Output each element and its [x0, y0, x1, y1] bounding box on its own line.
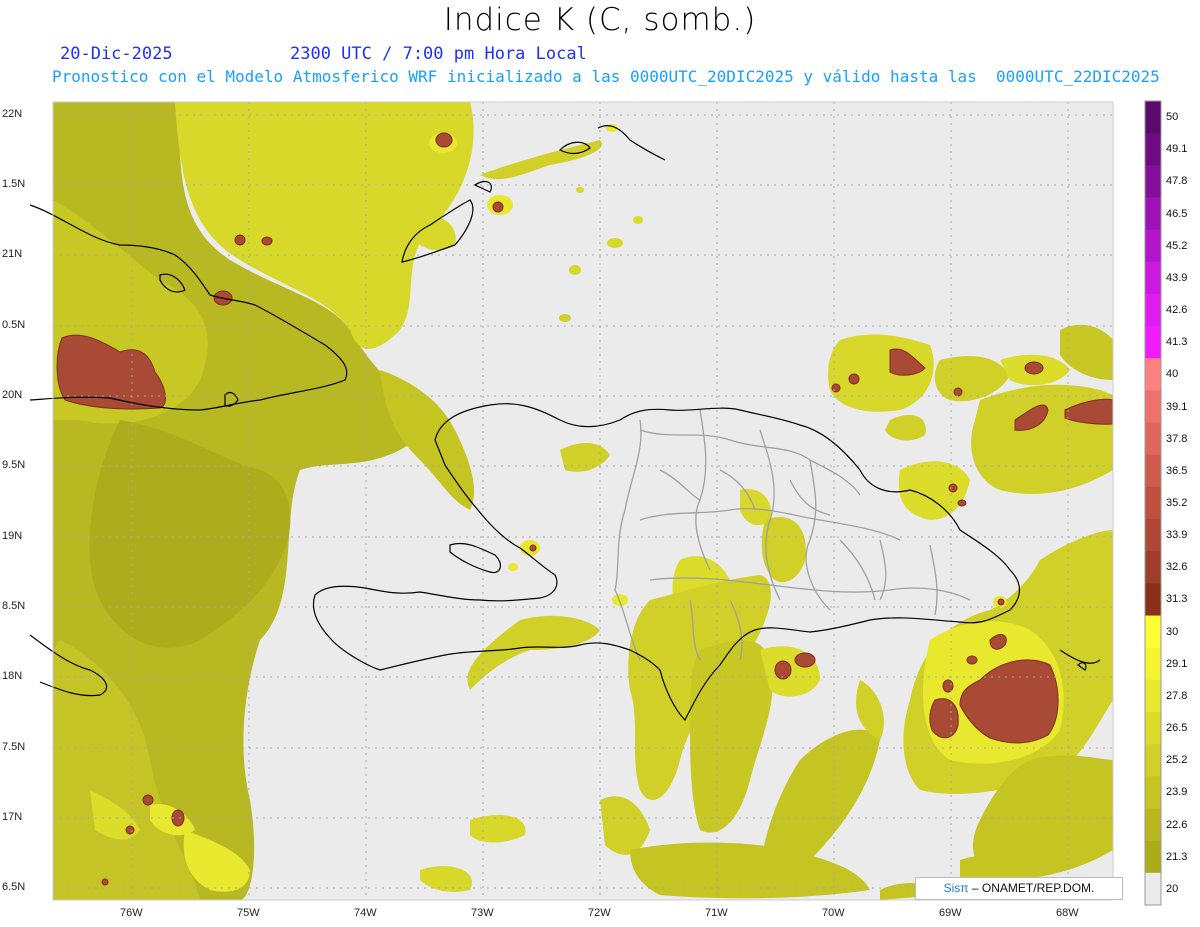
colorbar-swatch — [1145, 583, 1161, 617]
colorbar-swatch — [1145, 101, 1161, 134]
colorbar-label: 29.1 — [1166, 657, 1188, 670]
colorbar-swatch — [1145, 358, 1161, 391]
weather-map — [29, 100, 1162, 906]
colorbar-label: 36.5 — [1166, 464, 1188, 477]
lat-label: 20N — [2, 389, 23, 401]
lon-label: 69W — [939, 907, 962, 919]
colorbar-label: 30 — [1166, 625, 1179, 638]
lat-label: 6.5N — [2, 881, 26, 893]
colorbar-swatch — [1145, 679, 1161, 713]
colorbar-swatch — [1145, 808, 1161, 842]
lat-label: 0.5N — [2, 319, 26, 331]
colorbar-swatch — [1145, 197, 1161, 231]
colorbar-swatch — [1145, 229, 1161, 263]
colorbar-label: 40 — [1166, 368, 1179, 381]
colorbar — [1144, 100, 1162, 906]
colorbar-swatch — [1145, 454, 1161, 488]
colorbar-label: 49.1 — [1166, 143, 1188, 156]
lon-label: 74W — [354, 907, 377, 919]
colorbar-label: 27.8 — [1166, 689, 1188, 702]
colorbar-swatch — [1145, 422, 1161, 456]
lon-label: 73W — [471, 907, 494, 919]
lat-label: 22N — [2, 108, 23, 120]
colorbar-swatch — [1145, 293, 1161, 327]
lat-label: 1.5N — [2, 178, 26, 190]
colorbar-label: 50 — [1166, 111, 1179, 124]
credit-box: Sisπ – ONAMET/REP.DOM. — [915, 877, 1123, 900]
colorbar-swatch — [1145, 551, 1161, 584]
lon-label: 76W — [120, 907, 143, 919]
sispi-logo: Sisπ — [943, 881, 969, 895]
credit-text: – ONAMET/REP.DOM. — [971, 881, 1095, 895]
colorbar-swatch — [1145, 326, 1161, 359]
colorbar-label: 41.3 — [1166, 336, 1188, 349]
colorbar-swatch — [1145, 744, 1161, 777]
colorbar-label: 31.3 — [1166, 593, 1188, 606]
colorbar-label: 20 — [1166, 882, 1179, 895]
colorbar-swatch — [1145, 390, 1161, 424]
lon-label: 70W — [822, 907, 845, 919]
colorbar-swatch — [1145, 840, 1161, 874]
colorbar-swatch — [1145, 165, 1161, 198]
colorbar-swatch — [1145, 776, 1161, 810]
colorbar-label: 35.2 — [1166, 497, 1188, 509]
colorbar-swatch — [1145, 647, 1161, 681]
lon-label: 68W — [1056, 907, 1079, 919]
colorbar-label: 45.2 — [1166, 239, 1188, 252]
colorbar-label: 46.5 — [1166, 207, 1188, 220]
lon-label: 72W — [588, 907, 611, 919]
colorbar-swatch — [1145, 133, 1161, 166]
colorbar-swatch — [1145, 872, 1161, 905]
lat-label: 18N — [2, 670, 23, 682]
colorbar-label: 43.9 — [1166, 271, 1188, 284]
colorbar-label: 23.9 — [1166, 786, 1188, 799]
colorbar-label: 22.6 — [1166, 818, 1188, 831]
colorbar-label: 26.5 — [1166, 722, 1188, 735]
colorbar-label: 33.9 — [1166, 529, 1188, 542]
colorbar-label: 21.3 — [1166, 850, 1188, 863]
lat-label: 17N — [2, 811, 23, 823]
colorbar-label: 42.6 — [1166, 304, 1188, 317]
lat-label: 19N — [2, 530, 23, 542]
colorbar-swatch — [1145, 712, 1161, 745]
colorbar-swatch — [1145, 261, 1161, 295]
lon-label: 75W — [237, 907, 260, 919]
colorbar-swatch — [1145, 519, 1161, 552]
colorbar-swatch — [1145, 615, 1161, 649]
colorbar-label: 37.8 — [1166, 432, 1188, 445]
lat-label: 7.5N — [2, 741, 26, 753]
lat-label: 8.5N — [2, 600, 26, 612]
colorbar-label: 25.2 — [1166, 754, 1188, 767]
colorbar-label: 32.6 — [1166, 561, 1188, 574]
lat-label: 9.5N — [2, 459, 26, 471]
lon-label: 71W — [705, 907, 728, 919]
lat-label: 21N — [2, 248, 23, 260]
colorbar-label: 47.8 — [1166, 175, 1188, 188]
colorbar-swatch — [1145, 486, 1161, 520]
colorbar-label: 39.1 — [1166, 400, 1188, 413]
